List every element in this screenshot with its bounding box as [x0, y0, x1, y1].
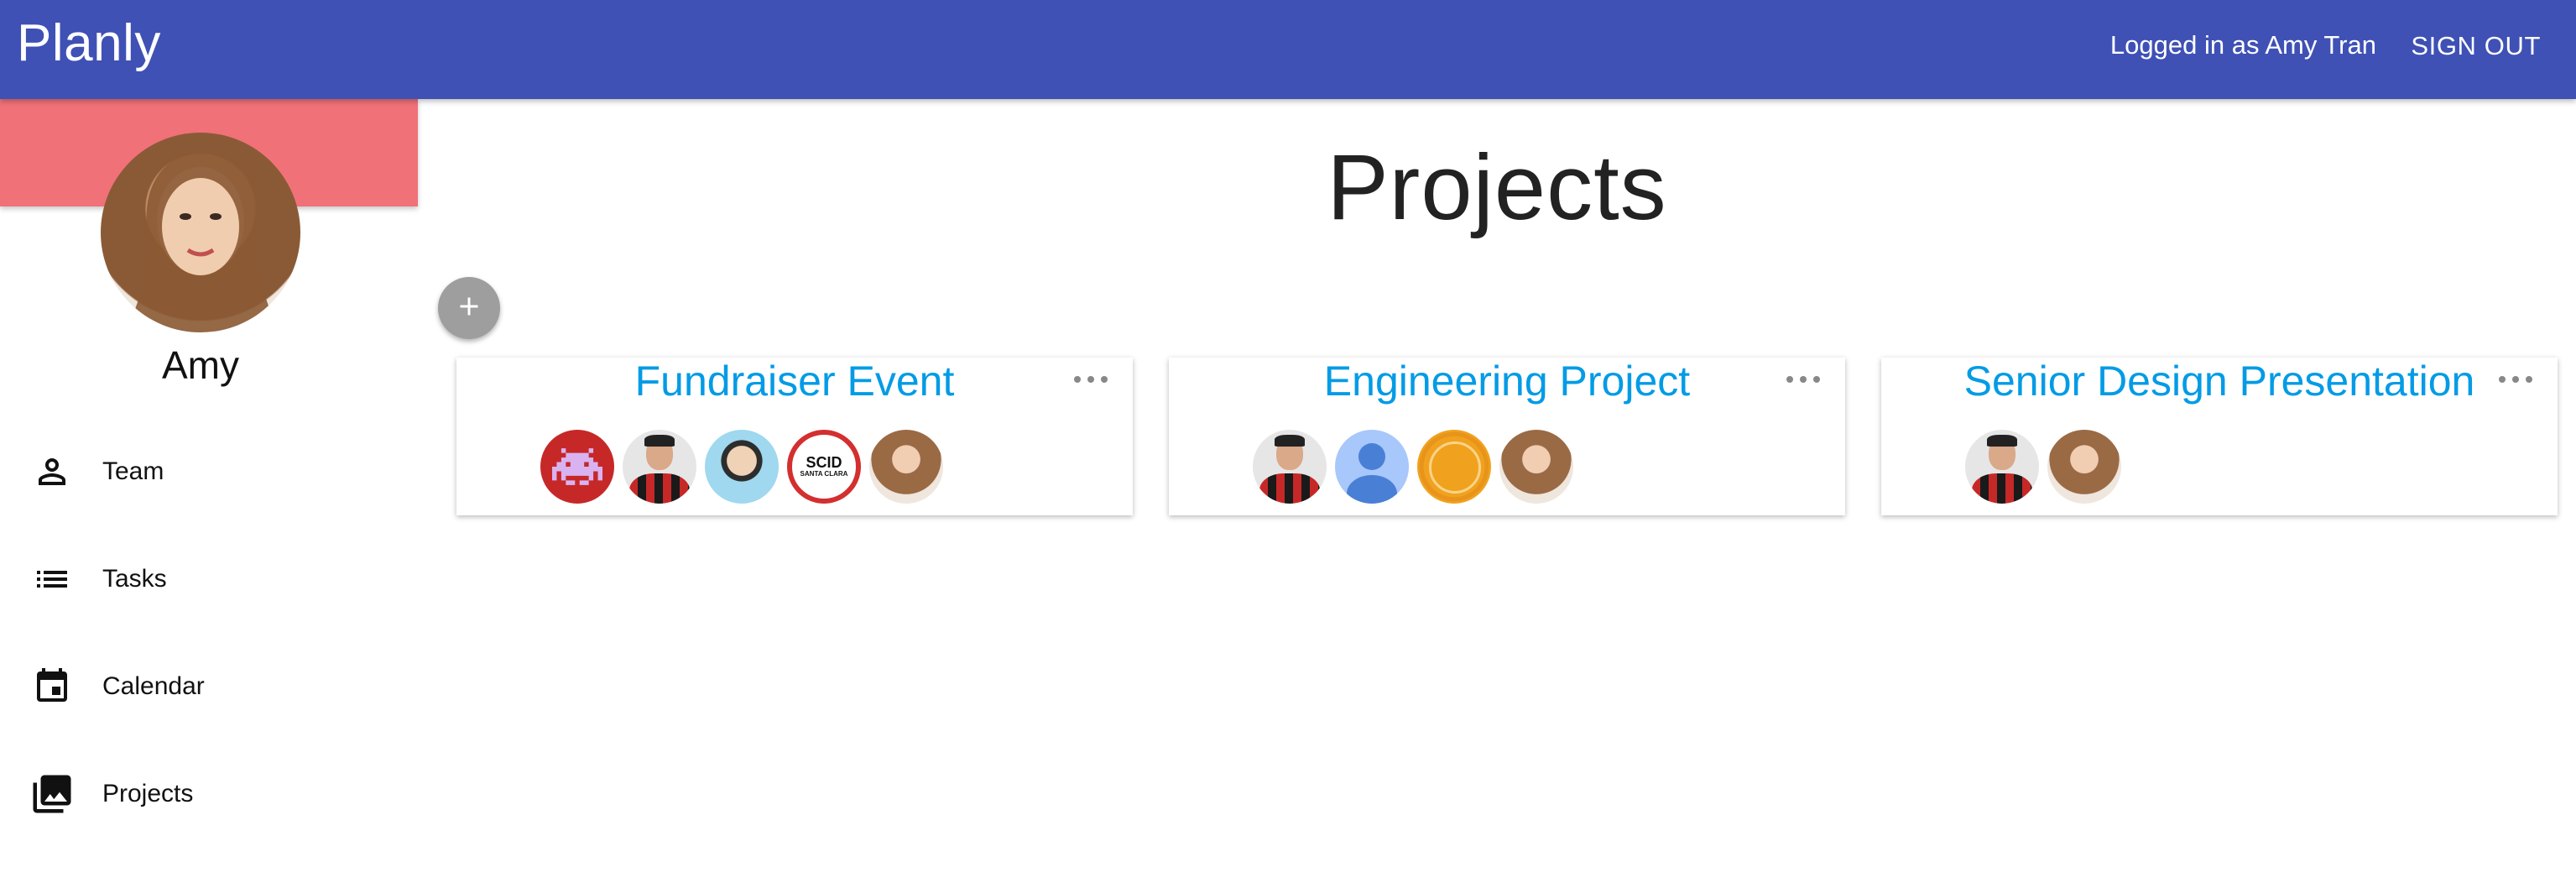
person-icon — [25, 445, 79, 499]
amy-avatar[interactable] — [2047, 430, 2121, 504]
amy-avatar[interactable] — [1499, 430, 1573, 504]
member-avatars — [1253, 430, 1582, 505]
app-brand[interactable]: Planly — [17, 0, 161, 87]
default-user-avatar[interactable] — [1335, 430, 1409, 504]
profile-name: Amy — [162, 343, 239, 387]
logged-in-text: Logged in as Amy Tran — [2109, 30, 2376, 60]
sidebar-item-calendar[interactable]: Calendar — [0, 633, 418, 740]
sidebar: Amy Team Tasks Calendar Projects — [0, 99, 418, 883]
more-options-icon[interactable] — [1074, 369, 1108, 389]
profile-avatar — [101, 133, 300, 332]
sidebar-item-team[interactable]: Team — [0, 418, 418, 525]
seal-avatar[interactable] — [1417, 430, 1491, 504]
project-card[interactable]: Senior Design Presentation — [1881, 358, 2558, 515]
more-options-icon[interactable] — [1786, 369, 1820, 389]
member-avatars: SCID SANTA CLARA — [540, 430, 952, 505]
amy-avatar[interactable] — [869, 430, 943, 504]
project-title[interactable]: Fundraiser Event — [456, 358, 1133, 405]
project-title[interactable]: Senior Design Presentation — [1881, 358, 2558, 405]
sidebar-nav: Team Tasks Calendar Projects — [0, 418, 418, 848]
man-plaid-shirt-avatar[interactable] — [1253, 430, 1327, 504]
sidebar-item-label: Calendar — [102, 672, 205, 700]
project-title[interactable]: Engineering Project — [1169, 358, 1845, 405]
plus-icon — [454, 291, 484, 326]
photo-library-icon — [25, 767, 79, 821]
sign-out-button[interactable]: SIGN OUT — [2407, 25, 2544, 67]
sidebar-item-tasks[interactable]: Tasks — [0, 525, 418, 633]
project-card[interactable]: Engineering Project — [1169, 358, 1845, 515]
sidebar-item-label: Tasks — [102, 565, 167, 593]
sidebar-item-label: Team — [102, 457, 164, 485]
more-options-icon[interactable] — [2499, 369, 2532, 389]
sidebar-item-projects[interactable]: Projects — [0, 740, 418, 848]
boy-avatar[interactable] — [705, 430, 779, 504]
add-project-button[interactable] — [438, 277, 500, 339]
page-title: Projects — [1327, 136, 1667, 239]
man-plaid-shirt-avatar[interactable] — [1965, 430, 2039, 504]
member-avatars — [1965, 430, 2130, 505]
app-bar: Planly Logged in as Amy Tran SIGN OUT — [0, 0, 2576, 99]
space-invader-avatar[interactable] — [540, 430, 614, 504]
list-icon — [25, 552, 79, 606]
sidebar-item-label: Projects — [102, 780, 194, 807]
project-card[interactable]: Fundraiser Event SCID SANTA CLARA — [456, 358, 1133, 515]
scid-logo-avatar[interactable]: SCID SANTA CLARA — [787, 430, 861, 504]
scid-logo-subtext: SANTA CLARA — [800, 470, 848, 478]
man-plaid-shirt-avatar[interactable] — [623, 430, 696, 504]
calendar-icon — [25, 660, 79, 713]
scid-logo-text: SCID — [806, 454, 842, 471]
